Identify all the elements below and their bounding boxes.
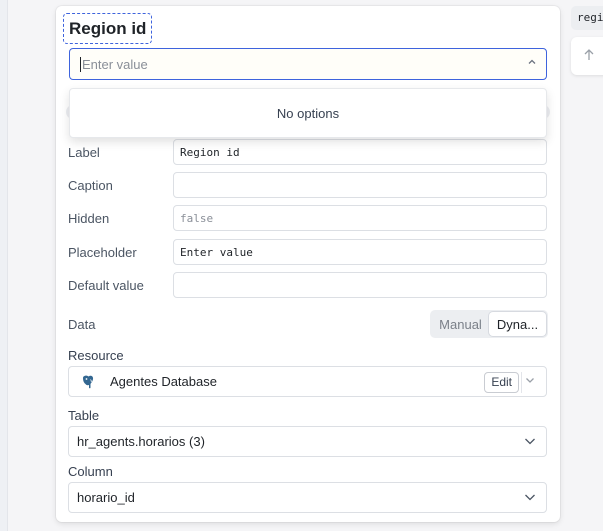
divider (521, 372, 522, 393)
no-options-message: No options (276, 105, 340, 121)
code-chip[interactable]: regi (571, 6, 603, 30)
table-label: Table (68, 408, 100, 423)
chevron-down-icon[interactable] (524, 435, 536, 447)
property-row-default-value: Default value (68, 272, 548, 298)
property-label: Label (68, 144, 100, 160)
text-cursor (80, 56, 81, 72)
property-label: Hidden (68, 210, 110, 226)
toggle-dynamic[interactable]: Dyna... (489, 312, 546, 336)
hidden-input[interactable]: false (173, 205, 547, 231)
resource-name: Agentes Database (110, 374, 217, 389)
field-title[interactable]: Region id (63, 13, 153, 44)
placeholder-input[interactable]: Enter value (173, 239, 547, 265)
table-value: hr_agents.horarios (3) (77, 434, 205, 449)
postgres-elephant-icon (80, 374, 96, 390)
property-row-placeholder: Placeholder Enter value (68, 239, 548, 265)
data-mode-toggle: Manual Dyna... (430, 310, 548, 338)
column-value: horario_id (77, 490, 135, 505)
chevron-down-icon[interactable] (524, 491, 536, 503)
property-label: Default value (68, 277, 144, 293)
left-sidebar-edge (0, 0, 8, 531)
label-input[interactable]: Region id (173, 139, 547, 165)
edit-resource-button[interactable]: Edit (484, 372, 519, 393)
data-source-row: Data Manual Dyna... (68, 310, 548, 338)
property-row-hidden: Hidden false (68, 205, 548, 231)
scroll-up-card[interactable] (571, 37, 603, 75)
toggle-manual[interactable]: Manual (432, 312, 489, 336)
resource-select[interactable]: Agentes Database Edit (68, 366, 547, 397)
value-select[interactable]: Enter value (69, 48, 547, 80)
default-value-input[interactable] (173, 272, 547, 298)
property-label: Caption (68, 177, 113, 193)
arrow-up-icon[interactable] (582, 48, 596, 62)
column-label: Column (68, 464, 113, 479)
property-row-caption: Caption (68, 172, 548, 198)
data-label: Data (68, 316, 96, 332)
field-settings-panel: Region id Enter value No options Label R… (56, 6, 560, 522)
table-select[interactable]: hr_agents.horarios (3) (68, 426, 547, 457)
caption-input[interactable] (173, 172, 547, 198)
chevron-down-icon[interactable] (524, 374, 536, 386)
value-select-placeholder: Enter value (82, 56, 148, 72)
property-label: Placeholder (68, 244, 137, 260)
column-select[interactable]: horario_id (68, 482, 547, 513)
select-dropdown-menu: No options (69, 88, 547, 138)
chevron-up-icon[interactable] (527, 57, 537, 70)
resource-label: Resource (68, 348, 124, 363)
property-row-label: Label Region id (68, 139, 548, 165)
